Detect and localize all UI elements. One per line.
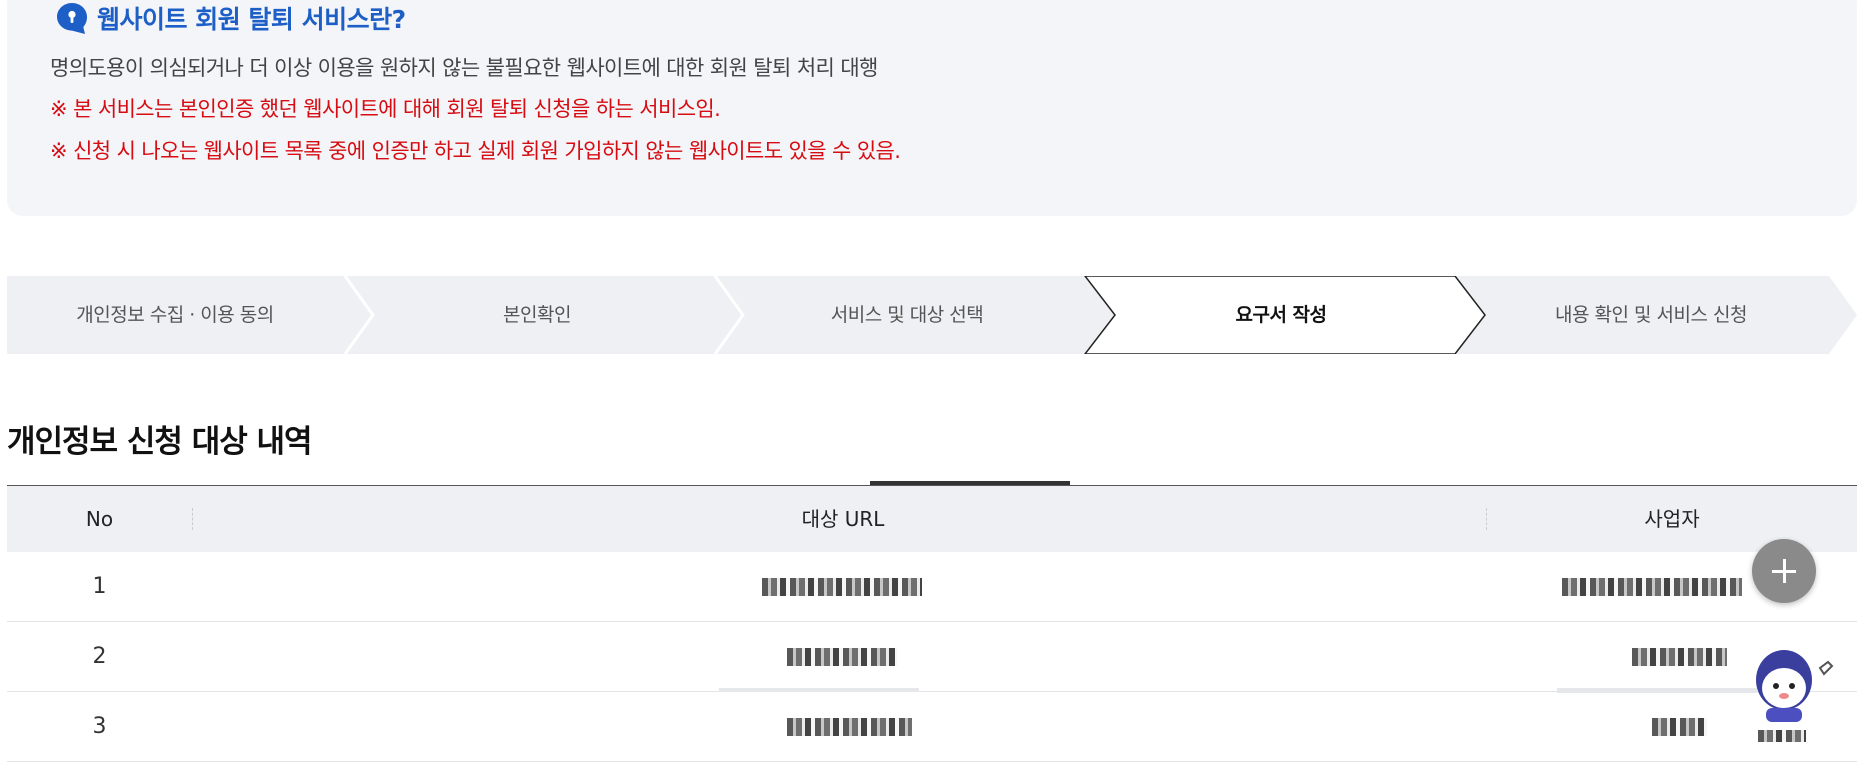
table-row[interactable]: 2 [7,622,1857,693]
step-service-selection: 서비스 및 대상 선택 [830,304,984,326]
column-header-no: No [85,507,114,531]
info-title-row: 웹사이트 회원 탈퇴 서비스란? [55,0,406,36]
column-header-company: 사업자 [1644,507,1700,531]
table-header: No 대상 URL 사업자 [7,486,1857,552]
column-header-url: 대상 URL [801,507,885,531]
row-number: 3 [92,714,107,739]
redacted-chat-label [1758,730,1806,742]
table-row[interactable]: 1 [7,552,1857,622]
row-number: 2 [92,644,107,669]
info-notice-2: ※ 신청 시 나오는 웹사이트 목록 중에 인증만 하고 실제 회원 가입하지 … [50,139,901,163]
redacted-url[interactable] [762,578,922,596]
speech-bubble-keyhole-icon [57,3,87,34]
redacted-company [1632,648,1727,666]
step-consent: 개인정보 수집 · 이용 동의 [76,304,274,326]
table-scroll-indicator[interactable] [870,481,1070,485]
step-request-form: 요구서 작성 [1235,304,1327,326]
redacted-url[interactable] [787,718,912,736]
info-title: 웹사이트 회원 탈퇴 서비스란? [97,5,406,34]
step-identity-verification: 본인확인 [503,304,571,326]
step-confirm-and-apply: 내용 확인 및 서비스 신청 [1555,304,1747,326]
service-info-box: 웹사이트 회원 탈퇴 서비스란? 명의도용이 의심되거나 더 이상 이용을 원하… [7,0,1857,216]
redacted-company [1562,578,1742,596]
redacted-url[interactable] [787,648,897,666]
redacted-company [1652,718,1707,736]
section-title: 개인정보 신청 대상 내역 [7,424,313,460]
table-row[interactable]: 3 [7,692,1857,762]
info-notice-1: ※ 본 서비스는 본인인증 했던 웹사이트에 대해 회원 탈퇴 신청을 하는 서… [50,97,721,121]
info-description: 명의도용이 의심되거나 더 이상 이용을 원하지 않는 불필요한 웹사이트에 대… [50,56,878,80]
progress-stepper: 개인정보 수집 · 이용 동의 본인확인 서비스 및 대상 선택 요구서 작성 … [7,276,1857,354]
row-number: 1 [92,574,107,599]
plus-icon[interactable] [1752,539,1816,603]
